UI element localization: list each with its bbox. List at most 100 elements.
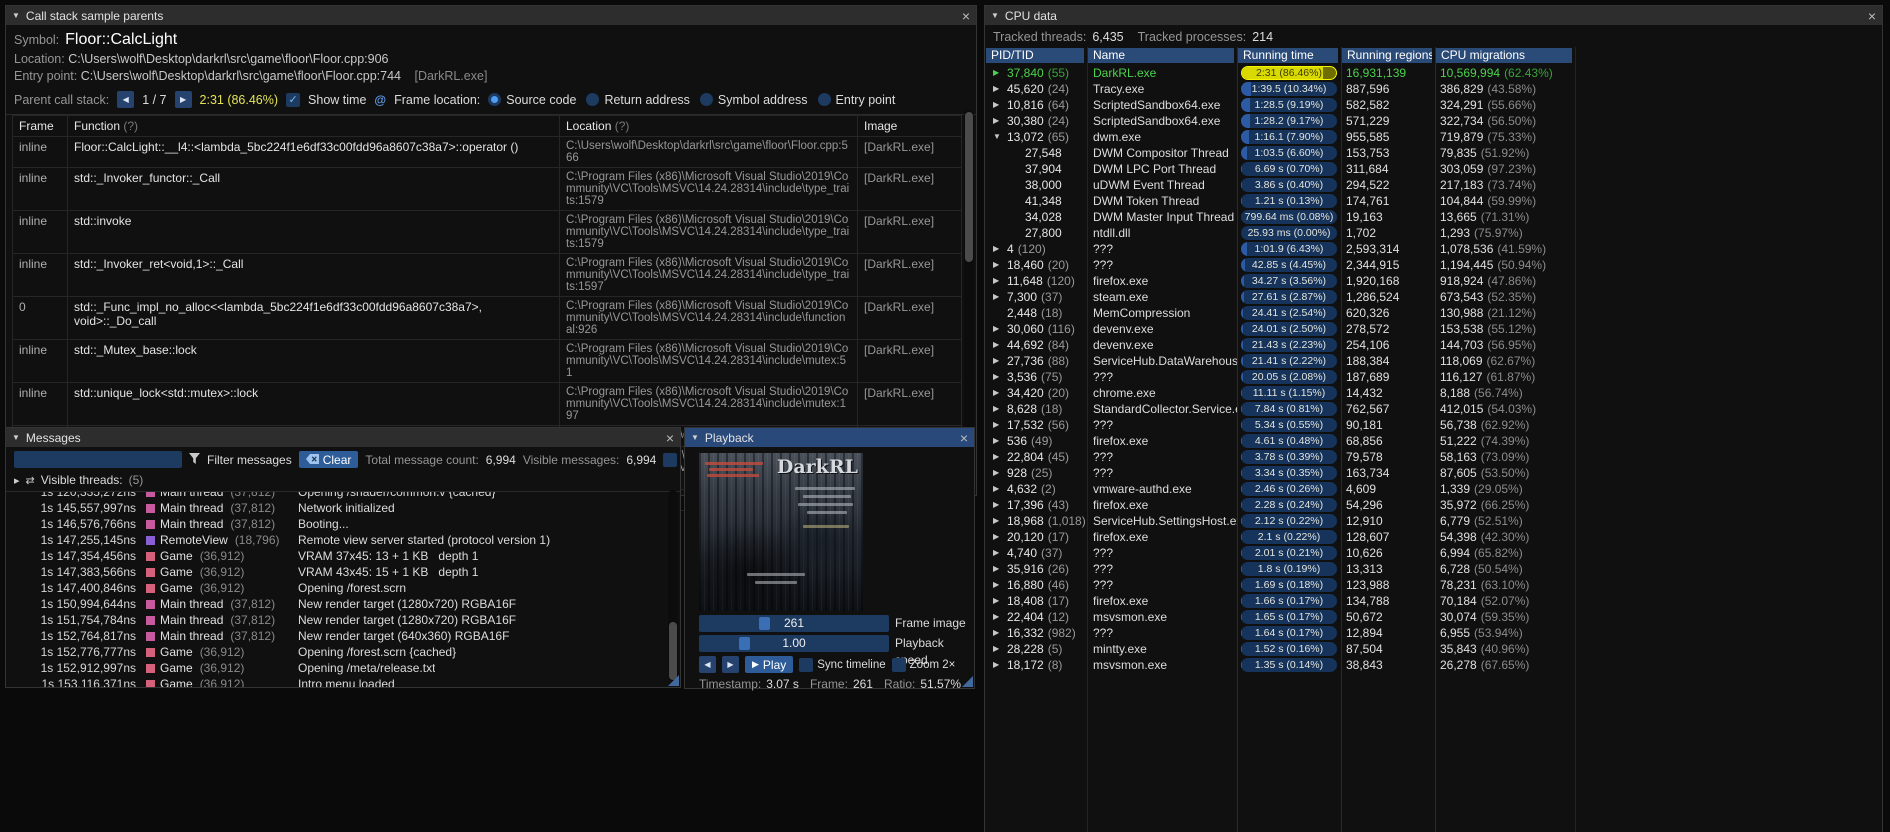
sync-timeline-checkbox[interactable]: ✓ — [799, 657, 814, 672]
tree-collapsed-icon[interactable]: ▶ — [993, 113, 1003, 129]
tree-collapsed-icon[interactable]: ▶ — [993, 641, 1003, 657]
tree-collapsed-icon[interactable]: ▶ — [993, 529, 1003, 545]
close-icon[interactable]: × — [962, 9, 970, 23]
cpu-row[interactable]: ▶ 4,632 (2) vmware-authd.exe 2.46 s (0.26%) 4… — [985, 481, 1882, 497]
tree-collapsed-icon[interactable]: ▶ — [993, 609, 1003, 625]
messages-titlebar[interactable]: ▼ Messages × — [6, 428, 680, 447]
collapse-icon[interactable]: ▼ — [991, 11, 999, 20]
cpu-row[interactable]: ▶ 18,408 (17) firefox.exe 1.66 s (0.17%) 134,… — [985, 593, 1882, 609]
tree-collapsed-icon[interactable]: ▶ — [993, 81, 1003, 97]
message-row[interactable]: 1s 150,994,644ns Main thread (37,812) New r… — [6, 596, 680, 612]
tree-collapsed-icon[interactable]: ▶ — [993, 497, 1003, 513]
collapse-icon[interactable]: ▼ — [12, 433, 20, 442]
tree-collapsed-icon[interactable]: ▶ — [993, 465, 1003, 481]
callstack-row[interactable]: inline std::invoke C:\Program Files (x86)\… — [12, 211, 962, 254]
message-row[interactable]: 1s 152,912,997ns Game (36,912) Opening /met… — [6, 660, 680, 676]
message-row[interactable]: 1s 147,255,145ns RemoteView (18,796) Remote… — [6, 532, 680, 548]
callstack-row[interactable]: inline std::unique_lock<std::mutex>::lock… — [12, 383, 962, 426]
message-row[interactable]: 1s 152,776,777ns Game (36,912) Opening /for… — [6, 644, 680, 660]
scrollbar-thumb[interactable] — [669, 622, 677, 680]
tree-expanded-icon[interactable]: ▼ — [993, 129, 1003, 145]
cpu-row[interactable]: ▶ 22,804 (45)??? 3.78 s (0.39%) 79,578 58,163… — [985, 449, 1882, 465]
cpu-titlebar[interactable]: ▼ CPU data × — [985, 6, 1882, 25]
cpu-row[interactable]: ▶ 4,740 (37)??? 2.01 s (0.21%) 10,626 6,994 (6… — [985, 545, 1882, 561]
playback-titlebar[interactable]: ▼ Playback × — [685, 428, 974, 447]
cpu-row[interactable]: ▶ 10,816 (64) ScriptedSandbox64.exe 1:28.5 (… — [985, 97, 1882, 113]
visible-threads-row[interactable]: ▸ ⇄ Visible threads: (5) — [6, 471, 680, 492]
message-row[interactable]: 1s 153,116,371ns Game (36,912) Intro menu l… — [6, 676, 680, 687]
cpu-row[interactable]: 2,448 (18) MemCompression 24.41 s (2.54%) 62… — [985, 305, 1882, 321]
tree-collapsed-icon[interactable]: ▶ — [993, 433, 1003, 449]
filter-input[interactable] — [14, 451, 182, 468]
message-row[interactable]: 1s 145,557,997ns Main thread (37,812) Netwo… — [6, 500, 680, 516]
cpu-row[interactable]: ▶ 44,692 (84) devenv.exe 21.43 s (2.23%) 254,… — [985, 337, 1882, 353]
tree-collapsed-icon[interactable]: ▶ — [993, 289, 1003, 305]
cpu-row[interactable]: ▼ 13,072 (65) dwm.exe 1:16.1 (7.90%) 955,585 7… — [985, 129, 1882, 145]
cpu-row[interactable]: ▶ 8,628 (18) StandardCollector.Service.e 7.8… — [985, 401, 1882, 417]
tree-collapsed-icon[interactable]: ▶ — [993, 65, 1003, 81]
cpu-row[interactable]: ▶ 4 (120)??? 1:01.9 (6.43%) 2,593,314 1,078,5… — [985, 241, 1882, 257]
tree-collapsed-icon[interactable]: ▶ — [993, 481, 1003, 497]
cpu-row[interactable]: ▶ 928 (25)??? 3.34 s (0.35%) 163,734 87,605 (5… — [985, 465, 1882, 481]
prev-frame-button[interactable]: ◀ — [699, 656, 716, 673]
resize-grip[interactable] — [962, 676, 973, 687]
tree-collapsed-icon[interactable]: ▶ — [993, 545, 1003, 561]
scrollbar-thumb[interactable] — [965, 112, 973, 262]
col-running-regions[interactable]: Running regions — [1342, 48, 1432, 63]
col-cpu-migrations[interactable]: CPU migrations — [1436, 48, 1572, 63]
tree-collapsed-icon[interactable]: ▶ — [993, 241, 1003, 257]
cpu-row[interactable]: ▶ 18,172 (8) msvsmon.exe 1.35 s (0.14%) 38,84… — [985, 657, 1882, 673]
tree-collapsed-icon[interactable]: ▶ — [993, 513, 1003, 529]
tree-collapsed-icon[interactable]: ▶ — [993, 385, 1003, 401]
sync-timeline-control[interactable]: ✓ Sync timeline — [799, 657, 886, 672]
tree-collapsed-icon[interactable]: ▶ — [993, 625, 1003, 641]
zoom-control[interactable]: ✓ Zoom 2× — [891, 657, 955, 672]
col-running-time[interactable]: Running time — [1238, 48, 1338, 63]
cpu-row[interactable]: ▶ 22,404 (12) msvsmon.exe 1.65 s (0.17%) 50,6… — [985, 609, 1882, 625]
expand-arrow-icon[interactable]: ▸ — [14, 474, 20, 487]
close-icon[interactable]: × — [666, 431, 674, 445]
show-time-checkbox[interactable]: ✓ — [286, 92, 301, 107]
show-callstacks-checkbox[interactable]: ✓ — [663, 452, 678, 467]
callstack-row[interactable]: inline Floor::CalcLight::__l4::<lambda_5b… — [12, 137, 962, 168]
zoom-checkbox[interactable]: ✓ — [891, 657, 906, 672]
tree-collapsed-icon[interactable]: ▶ — [993, 337, 1003, 353]
cpu-row[interactable]: ▶ 45,620 (24) Tracy.exe 1:39.5 (10.34%) 887,5… — [985, 81, 1882, 97]
message-row[interactable]: 1s 152,764,817ns Main thread (37,812) New r… — [6, 628, 680, 644]
cpu-row[interactable]: ▶ 17,532 (56)??? 5.34 s (0.55%) 90,181 56,738… — [985, 417, 1882, 433]
cpu-row[interactable]: ▶ 11,648 (120) firefox.exe 34.27 s (3.56%) 1,… — [985, 273, 1882, 289]
collapse-icon[interactable]: ▼ — [12, 11, 20, 20]
cpu-row[interactable]: 34,028 DWM Master Input Thread 799.64 ms (… — [985, 209, 1882, 225]
frame-location-option[interactable]: Return address — [586, 93, 690, 107]
messages-scrollbar[interactable] — [668, 490, 678, 682]
tree-collapsed-icon[interactable]: ▶ — [993, 401, 1003, 417]
tree-collapsed-icon[interactable]: ▶ — [993, 561, 1003, 577]
tree-collapsed-icon[interactable]: ▶ — [993, 657, 1003, 673]
cpu-row[interactable]: 41,348 DWM Token Thread 1.21 s (0.13%) 174,… — [985, 193, 1882, 209]
cpu-row[interactable]: ▶ 16,332 (982)??? 1.64 s (0.17%) 12,894 6,955… — [985, 625, 1882, 641]
cpu-row[interactable]: ▶ 18,460 (20)??? 42.85 s (4.45%) 2,344,915 1,… — [985, 257, 1882, 273]
tree-collapsed-icon[interactable]: ▶ — [993, 417, 1003, 433]
tree-collapsed-icon[interactable]: ▶ — [993, 273, 1003, 289]
callstack-row[interactable]: inline std::_Invoker_functor::_Call C:\Pro… — [12, 168, 962, 211]
clear-button[interactable]: Clear — [298, 451, 359, 468]
col-name[interactable]: Name — [1088, 48, 1234, 63]
cpu-row[interactable]: ▶ 30,380 (24) ScriptedSandbox64.exe 1:28.2 (… — [985, 113, 1882, 129]
resize-grip[interactable] — [668, 675, 679, 686]
cpu-row[interactable]: 27,548 DWM Compositor Thread 1:03.5 (6.60%… — [985, 145, 1882, 161]
message-row[interactable]: 1s 146,576,766ns Main thread (37,812) Booti… — [6, 516, 680, 532]
callstack-row[interactable]: inline std::_Invoker_ret<void,1>::_Call C:… — [12, 254, 962, 297]
message-row[interactable]: 1s 147,400,846ns Game (36,912) Opening /for… — [6, 580, 680, 596]
next-stack-button[interactable]: ▶ — [174, 91, 192, 108]
cpu-row[interactable]: ▶ 20,120 (17) firefox.exe 2.1 s (0.22%) 128,6… — [985, 529, 1882, 545]
close-icon[interactable]: × — [960, 431, 968, 445]
cpu-row[interactable]: ▶ 34,420 (20) chrome.exe 11.11 s (1.15%) 14,4… — [985, 385, 1882, 401]
prev-stack-button[interactable]: ◀ — [117, 91, 135, 108]
play-button[interactable]: ▶ Play — [745, 656, 794, 673]
tree-collapsed-icon[interactable]: ▶ — [993, 353, 1003, 369]
cpu-row[interactable]: ▶ 27,736 (88) ServiceHub.DataWarehouse 21.41… — [985, 353, 1882, 369]
cpu-row[interactable]: 27,800 ntdll.dll 25.93 ms (0.00%) 1,702 1,29… — [985, 225, 1882, 241]
tree-collapsed-icon[interactable]: ▶ — [993, 97, 1003, 113]
tree-collapsed-icon[interactable]: ▶ — [993, 369, 1003, 385]
cpu-row[interactable]: ▶ 3,536 (75)??? 20.05 s (2.08%) 187,689 116,1… — [985, 369, 1882, 385]
